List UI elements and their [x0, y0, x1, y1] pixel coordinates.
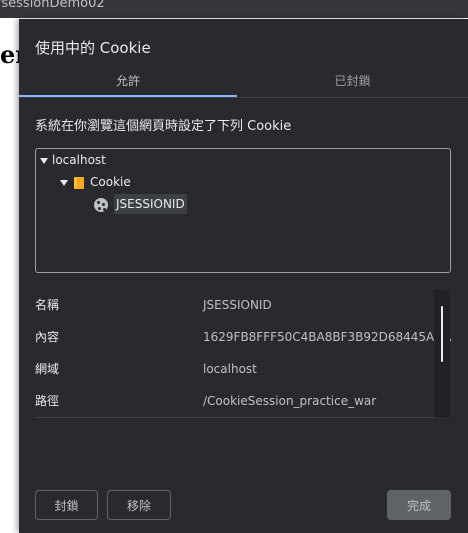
host-label: localhost	[52, 153, 106, 167]
tab-bar: 允許 已封鎖	[19, 71, 468, 98]
detail-key: 網域	[35, 362, 60, 376]
remove-button[interactable]: 移除	[107, 490, 171, 520]
tree-item-cookie-folder[interactable]: Cookie	[60, 172, 131, 192]
tree-item-host[interactable]: localhost	[40, 150, 106, 170]
cookie-label: JSESSIONID	[114, 194, 187, 214]
cookies-dialog: 使用中的 Cookie 允許 已封鎖 系統在你瀏覽這個網頁時設定了下列 Cook…	[19, 19, 468, 533]
address-bar[interactable]: /sessionDemo02	[0, 0, 468, 18]
detail-row-content: 內容 1629FB8FFF50C4BA8BF3B92D68445AAA	[35, 321, 451, 353]
tab-allowed[interactable]: 允許	[19, 71, 237, 97]
cookie-tree[interactable]: localhost Cookie JSESSIONID	[35, 148, 451, 273]
folder-icon	[74, 176, 84, 189]
dialog-title: 使用中的 Cookie	[35, 39, 151, 57]
detail-key: 路徑	[35, 394, 60, 408]
detail-key: 名稱	[35, 298, 60, 312]
tab-blocked[interactable]: 已封鎖	[237, 71, 468, 95]
detail-row-domain: 網域 localhost	[35, 353, 435, 385]
detail-key: 內容	[35, 330, 60, 344]
address-text: /sessionDemo02	[0, 0, 105, 11]
detail-value: localhost	[203, 362, 257, 376]
folder-label: Cookie	[90, 175, 131, 189]
detail-value: 1629FB8FFF50C4BA8BF3B92D68445AAA	[203, 330, 452, 344]
detail-row-path: 路徑 /CookieSession_practice_war	[35, 385, 435, 418]
tree-item-jsessionid[interactable]: JSESSIONID	[94, 194, 187, 214]
details-scrollbar[interactable]	[434, 290, 450, 417]
scrollbar-thumb[interactable]	[441, 306, 443, 362]
detail-value: JSESSIONID	[203, 298, 272, 312]
detail-row-name: 名稱 JSESSIONID	[35, 289, 435, 321]
dialog-description: 系統在你瀏覽這個網頁時設定了下列 Cookie	[35, 119, 292, 134]
cookie-icon	[94, 197, 108, 212]
block-button[interactable]: 封鎖	[35, 490, 98, 520]
expand-arrow-icon[interactable]	[40, 157, 48, 164]
done-button[interactable]: 完成	[387, 490, 451, 520]
detail-value: /CookieSession_practice_war	[203, 394, 377, 408]
page-heading-fragment: er	[0, 40, 20, 69]
expand-arrow-icon[interactable]	[60, 179, 68, 186]
